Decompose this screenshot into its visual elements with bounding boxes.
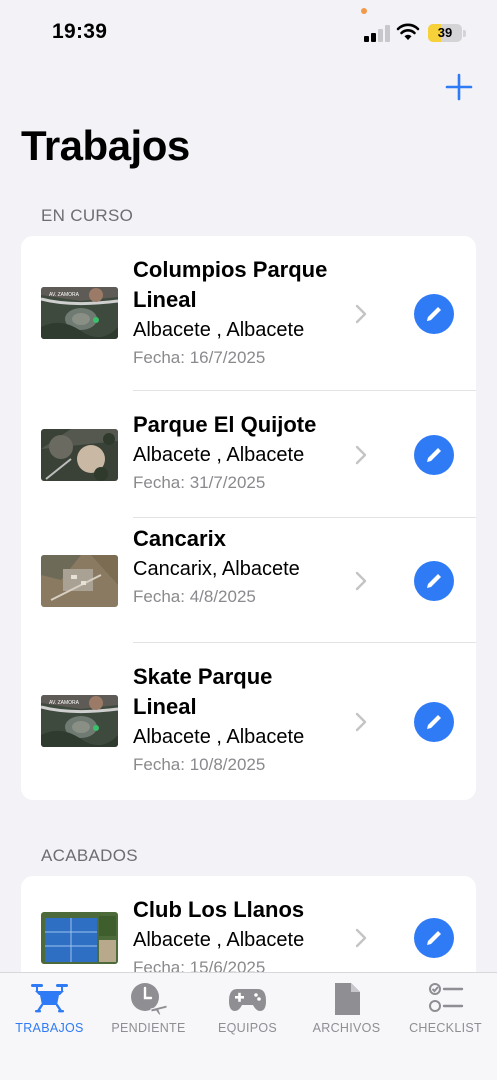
- job-title: Columpios Parque Lineal: [133, 257, 328, 312]
- document-icon: [335, 983, 360, 1015]
- job-row[interactable]: AV. ZAMORA Columpios Parque Lineal Albac…: [21, 236, 476, 391]
- job-date: Fecha: 10/8/2025: [133, 755, 266, 774]
- gamepad-icon: [229, 989, 266, 1011]
- job-details: Club Los Llanos Albacete , Albacete Fech…: [133, 895, 338, 981]
- job-location: Albacete , Albacete: [133, 319, 305, 341]
- tab-bar: TRABAJOS PENDIENTE EQUIPOS ARCHIVOS CHEC…: [0, 972, 497, 1080]
- tab-label: TRABAJOS: [15, 1021, 84, 1035]
- job-row[interactable]: Club Los Llanos Albacete , Albacete Fech…: [21, 876, 476, 986]
- chevron-right-icon: [355, 445, 367, 465]
- job-date: Fecha: 4/8/2025: [133, 587, 256, 606]
- pencil-icon: [427, 931, 441, 945]
- job-location: Cancarix, Albacete: [133, 558, 300, 580]
- job-title: Cancarix: [133, 526, 226, 551]
- job-thumbnail: AV. ZAMORA: [41, 287, 118, 339]
- tab-label: ARCHIVOS: [312, 1021, 381, 1035]
- tab-label: EQUIPOS: [217, 1021, 278, 1035]
- page-title: Trabajos: [21, 122, 190, 169]
- job-thumbnail: AV. ZAMORA: [41, 695, 118, 747]
- edit-job-button[interactable]: [414, 918, 454, 958]
- job-date: Fecha: 31/7/2025: [133, 473, 266, 492]
- tab-archivos[interactable]: ARCHIVOS: [297, 973, 396, 1053]
- cellular-signal-icon: [364, 24, 390, 42]
- job-title: Club Los Llanos: [133, 897, 305, 922]
- tab-equipos[interactable]: EQUIPOS: [198, 973, 297, 1053]
- drone-icon: [31, 984, 68, 1013]
- checklist-icon: [429, 983, 464, 1012]
- pencil-icon: [427, 448, 441, 462]
- chevron-right-icon: [355, 304, 367, 324]
- battery-level: 39: [437, 25, 453, 40]
- pencil-icon: [427, 574, 441, 588]
- job-thumbnail: [41, 555, 118, 607]
- job-location: Albacete , Albacete: [133, 726, 305, 748]
- status-time: 19:39: [52, 20, 108, 43]
- clock-plane-icon: [131, 983, 168, 1016]
- job-details: Columpios Parque Lineal Albacete , Albac…: [133, 255, 338, 371]
- job-date: Fecha: 16/7/2025: [133, 348, 266, 367]
- privacy-indicator-dot: [361, 8, 367, 14]
- pencil-icon: [427, 715, 441, 729]
- tab-label: CHECKLIST: [409, 1021, 482, 1035]
- section-header-acabados: ACABADOS: [41, 846, 138, 865]
- section-card-en-curso: AV. ZAMORA Columpios Parque Lineal Albac…: [21, 236, 476, 800]
- job-row[interactable]: Cancarix Cancarix, Albacete Fecha: 4/8/2…: [21, 518, 476, 643]
- job-location: Albacete , Albacete: [133, 929, 305, 951]
- pencil-icon: [427, 307, 441, 321]
- job-title: Parque El Quijote: [133, 412, 317, 437]
- tab-checklist[interactable]: CHECKLIST: [396, 973, 495, 1053]
- section-card-acabados: Club Los Llanos Albacete , Albacete Fech…: [21, 876, 476, 986]
- edit-job-button[interactable]: [414, 561, 454, 601]
- edit-job-button[interactable]: [414, 294, 454, 334]
- job-row[interactable]: Parque El Quijote Albacete , Albacete Fe…: [21, 391, 476, 518]
- tab-label: PENDIENTE: [111, 1021, 186, 1035]
- edit-job-button[interactable]: [414, 702, 454, 742]
- job-thumbnail: [41, 912, 118, 964]
- tab-trabajos[interactable]: TRABAJOS: [0, 973, 99, 1053]
- add-button[interactable]: [444, 72, 474, 102]
- job-details: Skate Parque Lineal Albacete , Albacete …: [133, 662, 338, 778]
- battery-cap: [463, 30, 466, 37]
- wifi-icon: [396, 23, 420, 40]
- job-details: Parque El Quijote Albacete , Albacete Fe…: [133, 410, 338, 496]
- battery-icon: 39: [428, 24, 462, 42]
- job-title: Skate Parque Lineal: [133, 664, 273, 719]
- chevron-right-icon: [355, 712, 367, 732]
- svg-text:AV. ZAMORA: AV. ZAMORA: [49, 292, 80, 298]
- status-bar: 19:39 39: [0, 0, 497, 60]
- edit-job-button[interactable]: [414, 435, 454, 475]
- section-header-en-curso: EN CURSO: [41, 206, 134, 225]
- job-location: Albacete , Albacete: [133, 444, 305, 466]
- plus-icon: [445, 73, 473, 101]
- job-details: Cancarix Cancarix, Albacete Fecha: 4/8/2…: [133, 524, 338, 610]
- job-row[interactable]: AV. ZAMORA Skate Parque Lineal Albacete …: [21, 643, 476, 800]
- svg-text:AV. ZAMORA: AV. ZAMORA: [49, 700, 80, 706]
- tab-pendiente[interactable]: PENDIENTE: [99, 973, 198, 1053]
- chevron-right-icon: [355, 571, 367, 591]
- chevron-right-icon: [355, 928, 367, 948]
- job-thumbnail: [41, 429, 118, 481]
